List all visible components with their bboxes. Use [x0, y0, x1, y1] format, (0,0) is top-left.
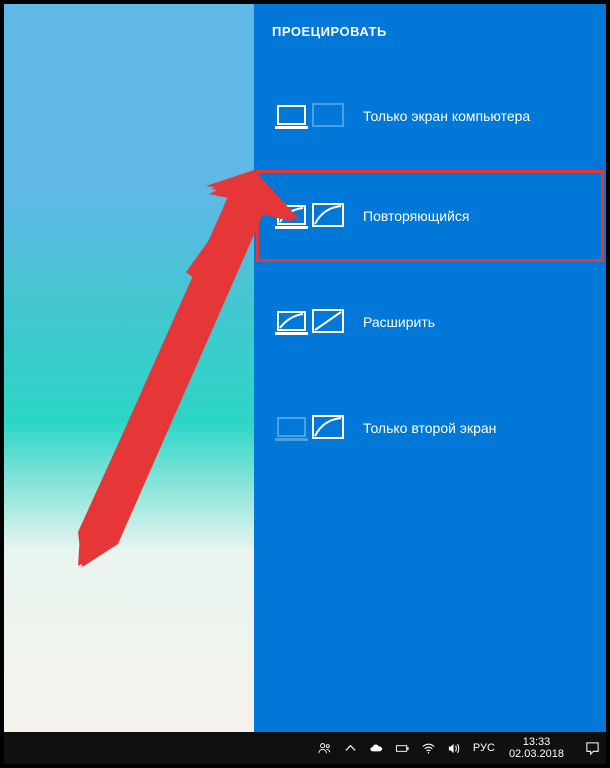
option-label: Расширить [363, 314, 435, 330]
project-option-extend[interactable]: Расширить [257, 277, 603, 367]
option-label: Повторяющийся [363, 208, 469, 224]
volume-icon[interactable] [447, 740, 463, 756]
second-only-icon [257, 383, 363, 473]
option-label: Только экран компьютера [363, 108, 530, 124]
language-indicator[interactable]: РУС [473, 742, 495, 754]
panel-title: ПРОЕЦИРОВАТЬ [272, 24, 387, 39]
clock-time: 13:33 [523, 736, 551, 748]
action-center-icon[interactable] [584, 740, 600, 756]
chevron-up-icon[interactable] [343, 740, 359, 756]
project-option-duplicate[interactable]: Повторяющийся [257, 171, 603, 261]
taskbar: РУС 13:33 02.03.2018 [4, 732, 606, 764]
clock-date: 02.03.2018 [509, 748, 564, 760]
system-tray: РУС 13:33 02.03.2018 [317, 736, 602, 760]
people-icon[interactable] [317, 740, 333, 756]
option-label: Только второй экран [363, 420, 496, 436]
project-option-second-only[interactable]: Только второй экран [257, 383, 603, 473]
battery-icon[interactable] [395, 740, 411, 756]
duplicate-icon [257, 171, 363, 261]
wifi-icon[interactable] [421, 740, 437, 756]
onedrive-icon[interactable] [369, 740, 385, 756]
clock[interactable]: 13:33 02.03.2018 [505, 736, 568, 760]
pc-only-icon [257, 71, 363, 161]
extend-icon [257, 277, 363, 367]
project-panel: ПРОЕЦИРОВАТЬ Только экран компьютера [254, 4, 606, 732]
screenshot-frame: ПРОЕЦИРОВАТЬ Только экран компьютера [4, 4, 606, 764]
project-option-pc-only[interactable]: Только экран компьютера [257, 71, 603, 161]
